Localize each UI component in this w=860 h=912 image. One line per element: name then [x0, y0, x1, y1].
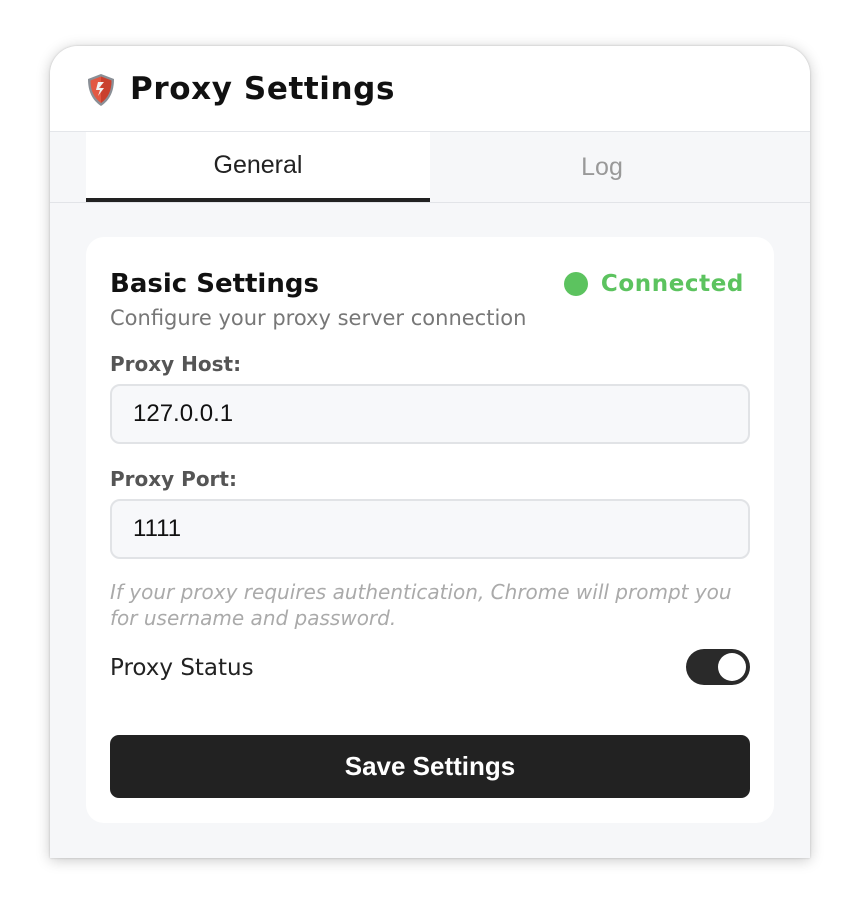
app-title: Proxy Settings [130, 70, 396, 107]
header: Proxy Settings [50, 46, 810, 132]
proxy-port-label: Proxy Port: [110, 467, 237, 491]
proxy-host-label: Proxy Host: [110, 352, 242, 376]
proxy-settings-popup: Proxy Settings General Log Basic Setting… [50, 46, 810, 858]
tab-bar: General Log [50, 132, 810, 203]
proxy-status-toggle[interactable] [686, 649, 750, 685]
status-text: Connected [600, 271, 744, 297]
proxy-host-input[interactable] [110, 384, 750, 444]
connection-status: Connected [563, 271, 744, 297]
auth-hint: If your proxy requires authentication, C… [110, 580, 732, 630]
save-settings-button[interactable]: Save Settings [110, 735, 750, 798]
shield-icon [88, 73, 114, 106]
proxy-status-row: Proxy Status [110, 649, 750, 689]
proxy-port-input[interactable] [110, 499, 750, 559]
toggle-knob [718, 653, 746, 681]
tab-log[interactable]: Log [430, 132, 774, 202]
proxy-status-label: Proxy Status [110, 655, 254, 681]
card-header: Basic Settings Connected [110, 269, 750, 303]
basic-settings-card: Basic Settings Connected Configure your … [86, 237, 774, 823]
card-subtitle: Configure your proxy server connection [110, 306, 527, 330]
status-dot-icon [563, 272, 588, 296]
tab-general[interactable]: General [86, 132, 430, 202]
card-title: Basic Settings [110, 269, 319, 299]
